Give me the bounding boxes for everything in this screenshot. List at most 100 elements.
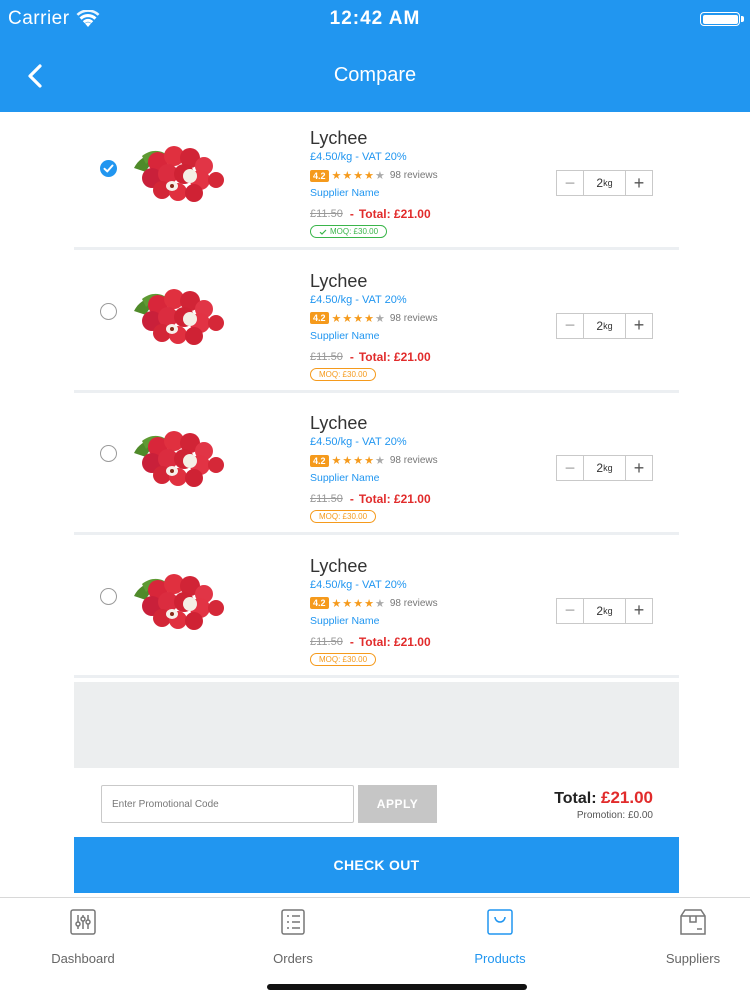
moq-text: MOQ: £30.00 <box>319 654 368 664</box>
increase-button[interactable]: + <box>626 171 652 195</box>
price-separator: - <box>349 634 354 649</box>
tab-products-label: Products <box>474 951 526 966</box>
page-title: Compare <box>333 64 417 86</box>
product-row[interactable]: Lychee £4.50/kg - VAT 20% 4.2 ★★★★★ 98 r… <box>74 112 679 250</box>
rating-badge: 4.2 <box>310 597 329 609</box>
quantity-unit: kg <box>603 605 613 616</box>
product-row[interactable]: Lychee £4.50/kg - VAT 20% 4.2 ★★★★★ 98 r… <box>74 397 679 535</box>
old-price: £11.50 <box>310 635 343 648</box>
unit-price: £4.50/kg - VAT 20% <box>310 293 407 306</box>
supplier-link[interactable]: Supplier Name <box>310 187 438 199</box>
quantity-value: 2 kg <box>583 456 626 480</box>
star-rating-icon: ★★★★★ <box>331 597 386 610</box>
tab-products[interactable]: Products <box>440 908 560 966</box>
product-name: Lychee <box>310 270 368 291</box>
box-icon <box>680 909 706 935</box>
moq-badge: MOQ: £30.00 <box>310 225 388 238</box>
product-info: Lychee £4.50/kg - VAT 20% 4.2 ★★★★★ 98 r… <box>310 556 438 667</box>
line-total: Total: £21.00 <box>358 349 431 364</box>
list-icon <box>281 909 305 935</box>
check-icon <box>103 164 114 173</box>
price-line: £11.50 - Total: £21.00 <box>310 492 438 506</box>
quantity-stepper: − 2 kg + <box>556 312 653 339</box>
decrease-button[interactable]: − <box>557 599 583 623</box>
increase-button[interactable]: + <box>626 456 652 480</box>
product-image <box>128 564 228 634</box>
increase-button[interactable]: + <box>626 599 652 623</box>
review-count: 98 reviews <box>389 170 438 181</box>
check-icon <box>319 229 327 235</box>
tab-suppliers[interactable]: Suppliers <box>633 908 750 966</box>
select-radio[interactable] <box>100 302 117 320</box>
price-separator: - <box>349 207 354 221</box>
rating-badge: 4.2 <box>310 169 329 182</box>
battery-icon <box>700 12 744 26</box>
star-rating-icon: ★★★★★ <box>331 312 386 325</box>
moq-badge: MOQ: £30.00 <box>310 367 377 381</box>
quantity-unit: kg <box>603 463 613 473</box>
review-count: 98 reviews <box>389 455 438 466</box>
supplier-link[interactable]: Supplier Name <box>310 615 438 627</box>
star-rating-icon: ★★★★★ <box>331 455 386 467</box>
promotion-amount: Promotion: £0.00 <box>576 810 653 821</box>
decrease-button[interactable]: − <box>557 171 583 195</box>
product-info: Lychee £4.50/kg - VAT 20% 4.2 ★★★★★ 98 r… <box>310 413 438 524</box>
price-separator: - <box>349 492 354 506</box>
product-info: Lychee £4.50/kg - VAT 20% 4.2 ★★★★★ 98 r… <box>310 128 438 241</box>
price-line: £11.50 - Total: £21.00 <box>310 350 438 364</box>
empty-area <box>74 682 679 768</box>
quantity-value: 2 kg <box>583 313 626 338</box>
old-price: £11.50 <box>310 350 343 363</box>
select-radio[interactable] <box>100 160 117 177</box>
moq-text: MOQ: £30.00 <box>319 369 368 379</box>
product-name: Lychee <box>310 413 368 433</box>
product-name: Lychee <box>310 555 368 576</box>
review-count: 98 reviews <box>389 597 438 609</box>
product-row[interactable]: Lychee £4.50/kg - VAT 20% 4.2 ★★★★★ 98 r… <box>74 540 679 678</box>
moq-text: MOQ: £30.00 <box>330 227 379 236</box>
total-amount: £21.00 <box>601 788 653 807</box>
tab-dashboard[interactable]: Dashboard <box>23 908 143 966</box>
tab-suppliers-label: Suppliers <box>665 951 721 966</box>
decrease-button[interactable]: − <box>557 314 583 338</box>
quantity-number: 2 <box>596 603 604 618</box>
select-radio[interactable] <box>100 587 117 605</box>
product-row[interactable]: Lychee £4.50/kg - VAT 20% 4.2 ★★★★★ 98 r… <box>74 255 679 393</box>
price-line: £11.50 - Total: £21.00 <box>310 635 438 649</box>
tab-dashboard-label: Dashboard <box>51 951 115 966</box>
quantity-unit: kg <box>603 320 613 331</box>
old-price: £11.50 <box>310 493 343 505</box>
line-total: Total: £21.00 <box>358 492 431 506</box>
supplier-link[interactable]: Supplier Name <box>310 330 438 342</box>
unit-price: £4.50/kg - VAT 20% <box>310 578 407 591</box>
rating-badge: 4.2 <box>310 454 329 467</box>
quantity-stepper: − 2 kg + <box>556 170 653 196</box>
rating: 4.2 ★★★★★ 98 reviews <box>310 312 438 325</box>
checkout-button[interactable]: CHECK OUT <box>74 837 679 893</box>
rating: 4.2 ★★★★★ 98 reviews <box>310 597 438 610</box>
product-name: Lychee <box>310 128 368 148</box>
increase-button[interactable]: + <box>626 314 652 338</box>
supplier-link[interactable]: Supplier Name <box>310 472 438 484</box>
clock: 12:42 AM <box>329 8 421 29</box>
promo-code-input[interactable] <box>101 785 354 823</box>
quantity-number: 2 <box>596 176 604 190</box>
price-separator: - <box>349 349 354 364</box>
unit-price: £4.50/kg - VAT 20% <box>310 151 407 163</box>
quantity-unit: kg <box>603 178 613 188</box>
quantity-number: 2 <box>596 461 604 475</box>
quantity-stepper: − 2 kg + <box>556 597 653 624</box>
moq-badge: MOQ: £30.00 <box>310 652 377 666</box>
tab-orders[interactable]: Orders <box>233 908 353 966</box>
moq-badge: MOQ: £30.00 <box>310 510 377 523</box>
line-total: Total: £21.00 <box>358 634 431 649</box>
quantity-stepper: − 2 kg + <box>556 455 653 481</box>
select-radio[interactable] <box>100 445 117 462</box>
line-total: Total: £21.00 <box>358 207 431 221</box>
rating: 4.2 ★★★★★ 98 reviews <box>310 169 438 182</box>
home-indicator <box>267 984 527 990</box>
decrease-button[interactable]: − <box>557 456 583 480</box>
tab-orders-label: Orders <box>273 951 313 966</box>
apply-button[interactable]: APPLY <box>358 785 437 823</box>
price-line: £11.50 - Total: £21.00 <box>310 207 438 221</box>
